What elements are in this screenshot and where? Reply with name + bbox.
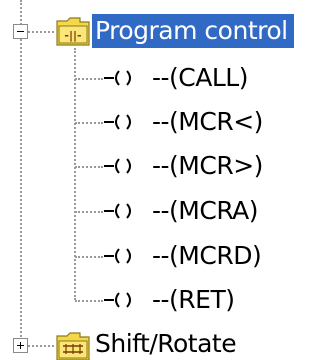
folder-ladder-icon: [56, 331, 90, 360]
tree-line: [75, 166, 103, 168]
svg-text:-||-: -||-: [64, 29, 81, 42]
folder-ladder-icon: -||-: [56, 16, 90, 46]
coil-icon: [104, 68, 140, 88]
coil-icon: [104, 290, 140, 310]
tree-line: [28, 31, 54, 33]
tree-line: [75, 78, 103, 80]
coil-icon: [104, 201, 140, 221]
tree-node-mcr-close[interactable]: --(MCR>): [152, 149, 263, 183]
tree-node-ret[interactable]: --(RET): [152, 283, 235, 317]
tree-node-shift-rotate[interactable]: Shift/Rotate: [95, 327, 237, 360]
collapse-toggle[interactable]: [13, 24, 28, 39]
coil-icon: [104, 112, 140, 132]
tree-line: [75, 256, 103, 258]
tree-line: [28, 345, 54, 347]
tree-line: [75, 300, 103, 302]
tree-node-call[interactable]: --(CALL): [152, 61, 248, 95]
instruction-tree: -||- Program control --(CALL) --(MCR<) -…: [0, 0, 320, 360]
tree-line: [20, 0, 22, 340]
tree-node-mcr-open[interactable]: --(MCR<): [152, 105, 263, 139]
tree-node-mcrd[interactable]: --(MCRD): [152, 239, 262, 273]
tree-line: [75, 122, 103, 124]
expand-toggle[interactable]: [13, 338, 28, 353]
coil-icon: [104, 156, 140, 176]
tree-line: [74, 48, 76, 300]
tree-line: [75, 211, 103, 213]
tree-node-program-control[interactable]: Program control: [92, 14, 294, 48]
coil-icon: [104, 246, 140, 266]
tree-node-mcra[interactable]: --(MCRA): [152, 194, 259, 228]
